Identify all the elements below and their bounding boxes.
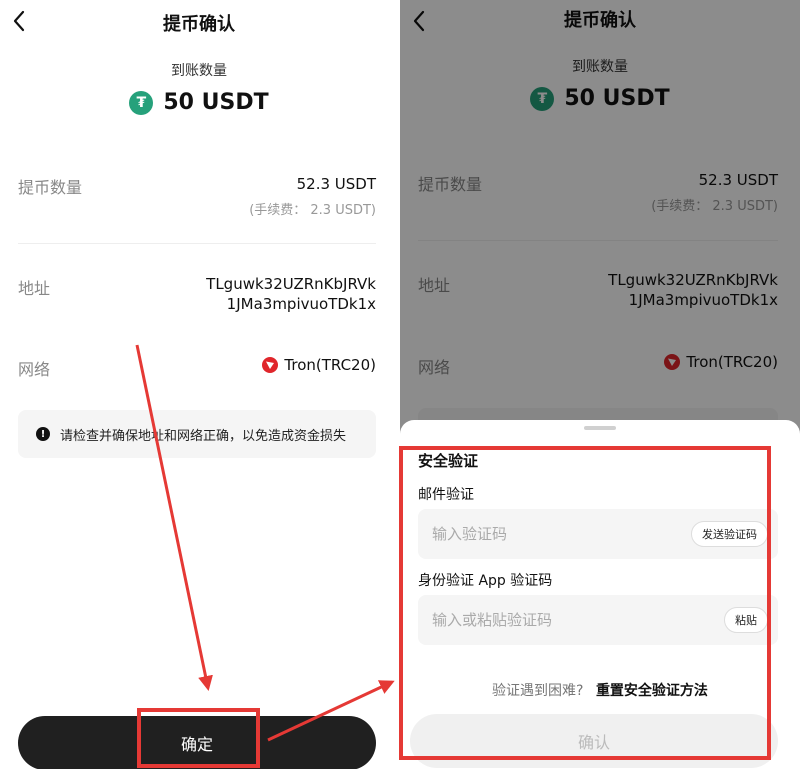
help-question: 验证遇到困难? [492, 683, 584, 699]
amount-label: 提币数量 [18, 178, 83, 197]
reset-verification-link[interactable]: 重置安全验证方法 [596, 683, 708, 699]
received-label: 到账数量 [171, 63, 227, 79]
tron-icon [262, 357, 279, 373]
warning-text: 请检查并确保地址和网络正确，以免造成资金损失 [60, 428, 347, 444]
email-code-input[interactable] [432, 525, 691, 543]
network-label: 网络 [18, 360, 51, 379]
sheet-title: 安全验证 [418, 452, 479, 470]
help-row: 验证遇到困难? 重置安全验证方法 [400, 680, 800, 700]
email-code-field: 发送验证码 [418, 509, 778, 559]
address-value: TLguwk32UZRnKbJRVk1JMa3mpivuoTDk1x [206, 275, 376, 313]
email-verification-label: 邮件验证 [418, 487, 474, 503]
auth-code-field: 粘贴 [418, 595, 778, 645]
received-amount: ₮ 50 USDT [0, 90, 398, 115]
left-panel: 提币确认 到账数量 ₮ 50 USDT 提币数量 52.3 USDT (手续费：… [0, 0, 398, 769]
info-icon: ! [36, 427, 50, 441]
sheet-drag-handle[interactable] [584, 426, 616, 430]
warning-box: ! 请检查并确保地址和网络正确，以免造成资金损失 [18, 410, 376, 458]
paste-button[interactable]: 粘贴 [724, 607, 768, 633]
security-verification-sheet: 安全验证 邮件验证 发送验证码 身份验证 App 验证码 粘贴 验证遇到困难? … [400, 420, 800, 769]
fee-text: (手续费： 2.3 USDT) [249, 203, 376, 218]
received-amount-value: 50 USDT [163, 90, 269, 115]
auth-app-label: 身份验证 App 验证码 [418, 573, 553, 589]
amount-value: 52.3 USDT [296, 175, 376, 193]
network-value-row: Tron(TRC20) [262, 356, 376, 374]
divider [18, 243, 376, 244]
page-title: 提币确认 [163, 14, 235, 35]
send-code-button[interactable]: 发送验证码 [691, 521, 768, 547]
usdt-icon: ₮ [129, 90, 154, 115]
network-value: Tron(TRC20) [284, 356, 376, 374]
auth-code-input[interactable] [432, 611, 724, 629]
sheet-confirm-button[interactable]: 确认 [410, 714, 778, 768]
address-label: 地址 [18, 279, 51, 298]
right-panel: 提币确认 到账数量 ₮ 50 USDT 提币数量 52.3 USDT (手续费：… [400, 0, 800, 769]
confirm-button[interactable]: 确定 [18, 716, 376, 769]
